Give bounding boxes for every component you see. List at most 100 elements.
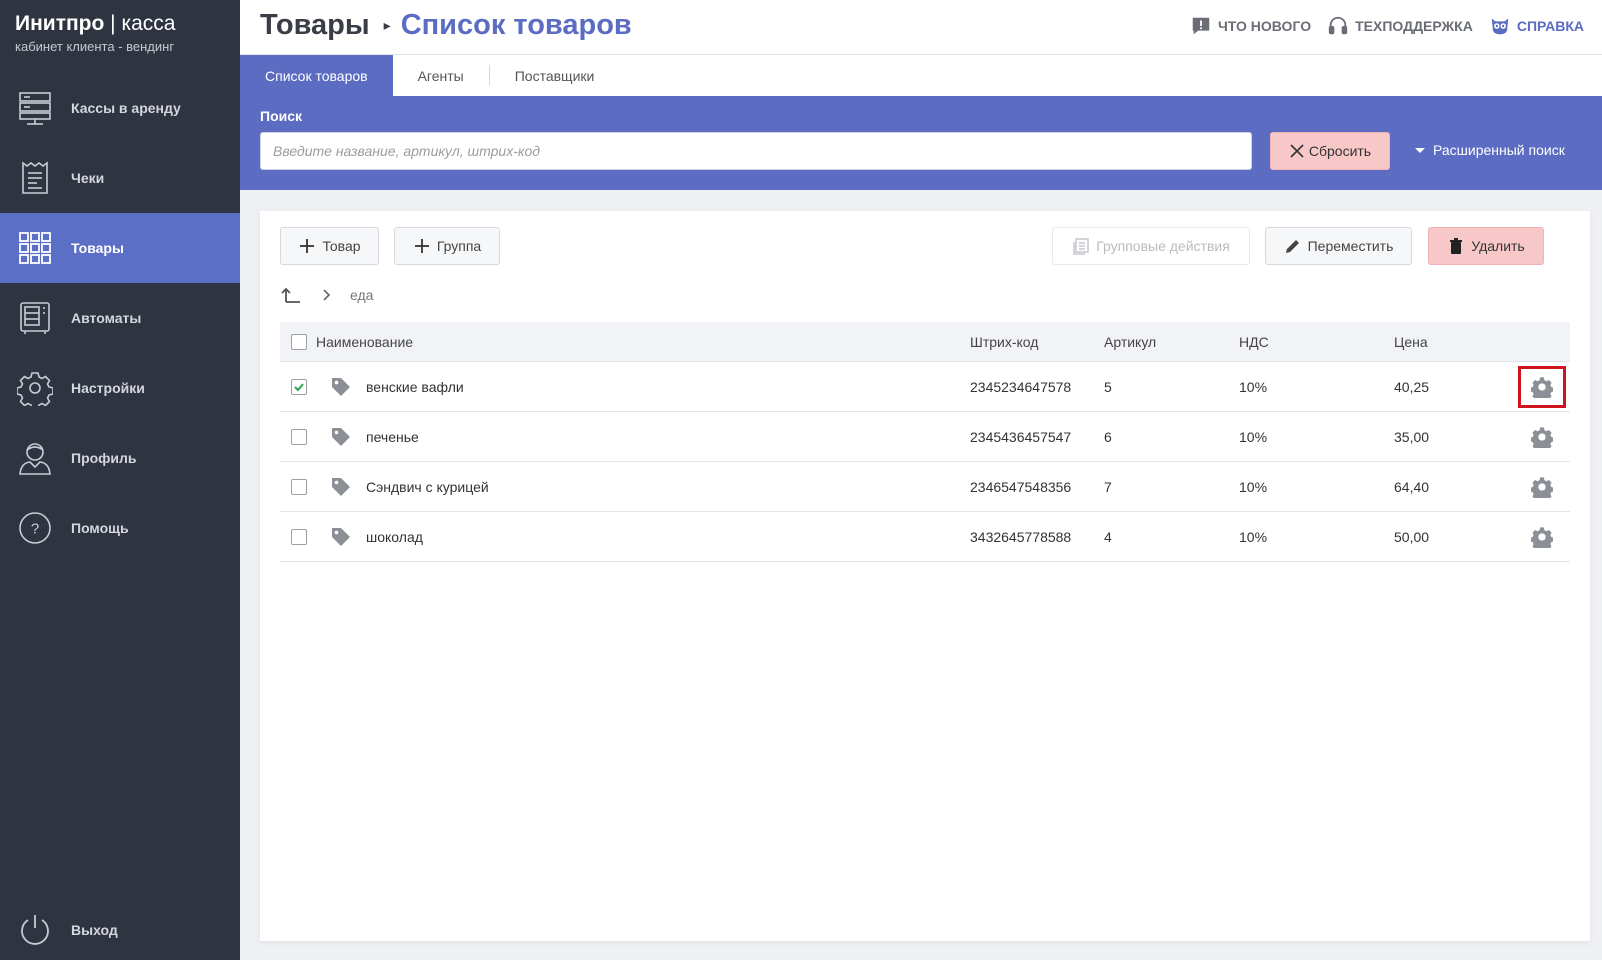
brand-title[interactable]: Инитпро | касса bbox=[15, 12, 175, 36]
caret-down-icon bbox=[1415, 147, 1425, 153]
tag-icon-cell bbox=[316, 426, 366, 448]
row-actions bbox=[1514, 466, 1570, 508]
row-settings-button[interactable] bbox=[1518, 516, 1566, 558]
brand: Инитпро | касса кабинет клиента - вендин… bbox=[15, 12, 175, 54]
sidebar: Инитпро | касса кабинет клиента - вендин… bbox=[0, 0, 240, 960]
sidebar-item-help[interactable]: ? Помощь bbox=[0, 493, 240, 563]
reset-button[interactable]: Сбросить bbox=[1270, 132, 1390, 170]
add-group-label: Группа bbox=[436, 238, 482, 254]
sidebar-item-rent-registers[interactable]: Кассы в аренду bbox=[0, 73, 240, 143]
row-settings-button[interactable] bbox=[1518, 416, 1566, 458]
advanced-search-toggle[interactable]: Расширенный поиск bbox=[1415, 142, 1565, 158]
row-checkbox[interactable] bbox=[291, 478, 307, 495]
header-barcode[interactable]: Штрих-код bbox=[970, 334, 1104, 350]
header-price[interactable]: Цена bbox=[1394, 334, 1514, 350]
tag-icon-cell bbox=[316, 476, 366, 498]
tab-suppliers[interactable]: Поставщики bbox=[490, 55, 620, 96]
level-up-icon[interactable] bbox=[280, 284, 302, 306]
sidebar-item-settings[interactable]: Настройки bbox=[0, 353, 240, 423]
search-input[interactable] bbox=[260, 132, 1252, 170]
trash-icon bbox=[1450, 238, 1463, 254]
row-checkbox[interactable] bbox=[291, 428, 307, 445]
move-button[interactable]: Переместить bbox=[1265, 227, 1412, 265]
table-row[interactable]: венские вафли 2345234647578 5 10% 40,25 bbox=[280, 362, 1570, 412]
row-actions bbox=[1514, 416, 1570, 458]
product-article: 5 bbox=[1104, 378, 1112, 395]
product-price: 64,40 bbox=[1394, 478, 1430, 495]
row-settings-button[interactable] bbox=[1518, 365, 1566, 408]
tab-agents[interactable]: Агенты bbox=[393, 55, 489, 96]
product-price: 35,00 bbox=[1394, 428, 1430, 445]
group-actions-button[interactable]: Групповые действия bbox=[1052, 227, 1250, 265]
sidebar-item-machines[interactable]: Автоматы bbox=[0, 283, 240, 353]
product-vat: 10% bbox=[1239, 528, 1268, 545]
breadcrumb-parent[interactable]: Товары bbox=[260, 9, 370, 42]
row-settings-button[interactable] bbox=[1518, 466, 1566, 508]
tab-product-list[interactable]: Список товаров bbox=[240, 55, 393, 96]
header-name[interactable]: Наименование bbox=[316, 334, 970, 350]
sidebar-item-receipts[interactable]: Чеки bbox=[0, 143, 240, 213]
table-row[interactable]: шоколад 3432645778588 4 10% 50,00 bbox=[280, 512, 1570, 562]
header-vat[interactable]: НДС bbox=[1239, 334, 1394, 350]
brand-name: Инитпро bbox=[15, 12, 105, 35]
row-checkbox[interactable] bbox=[291, 528, 307, 545]
sidebar-item-label: Автоматы bbox=[71, 310, 142, 326]
sidebar-nav: Кассы в аренду Чеки Товары Автоматы Наст… bbox=[0, 73, 240, 563]
pencil-icon bbox=[1285, 240, 1299, 253]
product-price: 50,00 bbox=[1394, 528, 1430, 545]
owl-icon bbox=[1491, 18, 1509, 35]
vending-machine-icon bbox=[17, 300, 53, 336]
power-icon bbox=[17, 912, 53, 948]
gear-icon bbox=[1531, 376, 1553, 398]
help-label: СПРАВКА bbox=[1516, 18, 1584, 34]
current-folder[interactable]: еда bbox=[350, 287, 373, 303]
tag-icon bbox=[332, 427, 350, 446]
breadcrumb-arrow-icon: ▸ bbox=[383, 17, 391, 33]
chevron-right-icon bbox=[323, 289, 331, 301]
product-name: венские вафли bbox=[366, 378, 464, 395]
add-product-label: Товар bbox=[322, 238, 361, 254]
brand-product: касса bbox=[121, 12, 176, 35]
table-header: Наименование Штрих-код Артикул НДС Цена bbox=[280, 322, 1570, 362]
page-title: Список товаров bbox=[400, 9, 632, 41]
product-article: 7 bbox=[1104, 478, 1112, 495]
list-icon bbox=[1073, 238, 1089, 255]
page-header: Товары ▸ Список товаров ЧТО НОВОГО ТЕХПО… bbox=[240, 0, 1602, 55]
table-row[interactable]: печенье 2345436457547 6 10% 35,00 bbox=[280, 412, 1570, 462]
header-article[interactable]: Артикул bbox=[1104, 334, 1239, 350]
product-barcode: 2345436457547 bbox=[970, 428, 1072, 445]
help-link[interactable]: СПРАВКА bbox=[1489, 15, 1584, 37]
svg-text:?: ? bbox=[31, 521, 39, 538]
sidebar-item-label: Товары bbox=[71, 240, 124, 256]
row-select-cell bbox=[280, 428, 316, 445]
product-article: 4 bbox=[1104, 528, 1112, 545]
tag-icon-cell bbox=[316, 526, 366, 548]
select-all-checkbox[interactable] bbox=[291, 333, 307, 350]
content-panel: Товар Группа Групповые действия Перемест… bbox=[260, 211, 1590, 941]
add-product-button[interactable]: Товар bbox=[280, 227, 379, 265]
brand-separator: | bbox=[104, 12, 122, 35]
support-link[interactable]: ТЕХПОДДЕРЖКА bbox=[1327, 15, 1473, 37]
products-table: Наименование Штрих-код Артикул НДС Цена … bbox=[280, 322, 1570, 562]
delete-button[interactable]: Удалить bbox=[1428, 227, 1544, 265]
product-vat: 10% bbox=[1239, 378, 1268, 395]
whats-new-link[interactable]: ЧТО НОВОГО bbox=[1190, 15, 1311, 37]
sidebar-item-profile[interactable]: Профиль bbox=[0, 423, 240, 493]
product-price: 40,25 bbox=[1394, 378, 1430, 395]
product-name: Сэндвич с курицей bbox=[366, 478, 489, 495]
gear-icon bbox=[17, 370, 53, 406]
row-checkbox[interactable] bbox=[291, 378, 307, 395]
move-label: Переместить bbox=[1307, 238, 1394, 254]
table-row[interactable]: Сэндвич с курицей 2346547548356 7 10% 64… bbox=[280, 462, 1570, 512]
add-group-button[interactable]: Группа bbox=[394, 227, 500, 265]
reset-label: Сбросить bbox=[1308, 143, 1372, 159]
folder-path: еда bbox=[280, 284, 373, 306]
row-select-cell bbox=[280, 378, 316, 395]
sidebar-item-label: Профиль bbox=[71, 450, 137, 466]
question-icon: ? bbox=[17, 510, 53, 546]
sidebar-item-products[interactable]: Товары bbox=[0, 213, 240, 283]
whats-new-label: ЧТО НОВОГО bbox=[1217, 18, 1312, 34]
support-label: ТЕХПОДДЕРЖКА bbox=[1355, 18, 1473, 34]
tag-icon bbox=[332, 527, 350, 546]
logout-button[interactable]: Выход bbox=[0, 895, 240, 960]
